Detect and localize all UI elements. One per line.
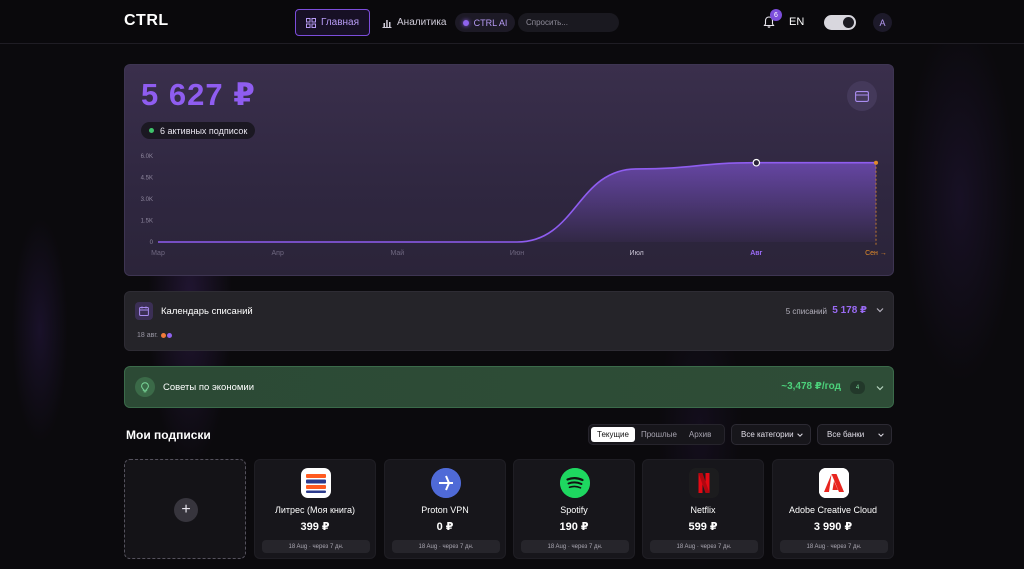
data-point bbox=[874, 160, 878, 165]
subscription-card[interactable]: Spotify 190 ₽ 18 Aug · через 7 дн. bbox=[513, 459, 635, 559]
subscriptions-tabs: Текущие Прошлые Архив bbox=[588, 424, 725, 445]
lightbulb-icon-box bbox=[135, 377, 155, 397]
subscriptions-title: Мои подписки bbox=[126, 428, 211, 442]
subscription-card[interactable]: Netflix 599 ₽ 18 Aug · через 7 дн. bbox=[642, 459, 764, 559]
active-dot bbox=[149, 128, 154, 133]
tab-archive[interactable]: Архив bbox=[683, 427, 717, 442]
chart-area bbox=[158, 162, 876, 242]
grid-icon bbox=[305, 17, 316, 28]
chevron-down-icon bbox=[878, 432, 884, 437]
subscription-name: Adobe Creative Cloud bbox=[788, 505, 878, 515]
category-filter-select[interactable]: Все категории bbox=[731, 424, 811, 445]
litres-logo-icon bbox=[301, 468, 331, 498]
x-tick-label: Сен → bbox=[865, 250, 887, 257]
adobe-logo-icon bbox=[819, 468, 849, 498]
charge-dot-orange bbox=[161, 333, 166, 338]
protonvpn-logo-icon bbox=[431, 468, 461, 498]
nav-analytics-button[interactable]: Аналитика bbox=[378, 9, 451, 36]
chevron-down-icon[interactable] bbox=[875, 305, 885, 315]
active-subscriptions-chip: 6 активных подписок bbox=[141, 122, 256, 139]
toggle-knob bbox=[843, 17, 854, 28]
ctrl-ai-chip[interactable]: CTRL AI bbox=[455, 13, 515, 32]
subscription-next-charge: 18 Aug · через 7 дн. bbox=[262, 540, 370, 553]
tips-savings-value: ~3,478 ₽/год bbox=[781, 381, 841, 392]
ai-status-dot bbox=[462, 19, 469, 26]
active-subscriptions-label: 6 активных подписок bbox=[160, 125, 248, 136]
tips-title: Советы по экономии bbox=[163, 382, 255, 393]
subscription-next-charge: 18 Aug · через 7 дн. bbox=[780, 540, 888, 553]
add-subscription-card[interactable]: + bbox=[124, 459, 246, 559]
subscription-name: Spotify bbox=[560, 505, 588, 515]
balance-card: 0 1.5K 3.0K 4.5K 6.0K Мар Апр Май Июн Июл Авг Сен →… bbox=[124, 64, 894, 276]
x-tick-label: Июн bbox=[510, 250, 524, 257]
y-tick-label: 0 bbox=[150, 240, 154, 246]
subscription-price: 3 990 ₽ bbox=[813, 521, 853, 533]
x-tick-label: Апр bbox=[271, 250, 283, 257]
billing-calendar-card[interactable]: Календарь списаний 5 списаний 5 178 ₽ 18… bbox=[124, 291, 894, 351]
x-tick-label: Май bbox=[390, 249, 404, 257]
subscription-price: 0 ₽ bbox=[436, 521, 454, 533]
card-button[interactable] bbox=[847, 81, 877, 111]
balance-amount: 5 627 ₽ bbox=[141, 77, 256, 112]
y-tick-label: 4.5K bbox=[141, 176, 153, 182]
tab-past[interactable]: Прошлые bbox=[635, 427, 683, 442]
calendar-icon bbox=[139, 306, 149, 316]
subscription-next-charge: 18 Aug · через 7 дн. bbox=[521, 540, 629, 553]
bank-filter-select[interactable]: Все банки bbox=[817, 424, 892, 445]
subscription-name: Proton VPN bbox=[421, 505, 469, 515]
nav-home-label: Главная bbox=[320, 17, 360, 28]
charge-dot-purple bbox=[167, 333, 172, 338]
subscription-next-charge: 18 Aug · через 7 дн. bbox=[650, 540, 758, 553]
y-tick-label: 3.0K bbox=[141, 197, 153, 203]
data-point-highlight bbox=[752, 158, 761, 167]
bank-filter-value: Все банки bbox=[827, 430, 865, 439]
category-filter-value: Все категории bbox=[741, 430, 794, 439]
x-tick-label: Мар bbox=[151, 250, 165, 257]
theme-toggle[interactable] bbox=[824, 15, 856, 30]
spotify-logo-icon bbox=[560, 468, 590, 498]
calendar-icon-box bbox=[135, 302, 153, 320]
tips-count-badge: 4 bbox=[850, 381, 865, 394]
calendar-title: Календарь списаний bbox=[161, 306, 253, 317]
ai-ask-input[interactable] bbox=[518, 13, 619, 32]
subscription-name: Netflix bbox=[690, 505, 716, 515]
subscription-price: 599 ₽ bbox=[688, 521, 718, 533]
subscription-price: 190 ₽ bbox=[559, 521, 589, 533]
savings-tips-card[interactable]: Советы по экономии ~3,478 ₽/год 4 bbox=[124, 366, 894, 408]
y-tick-label: 6.0K bbox=[141, 154, 153, 160]
netflix-logo-icon bbox=[689, 468, 719, 498]
y-tick-label: 1.5K bbox=[141, 219, 153, 225]
notification-badge: 6 bbox=[770, 9, 782, 21]
calendar-total: 5 178 ₽ bbox=[832, 305, 867, 316]
calendar-date: 18 авг. bbox=[137, 332, 158, 339]
nav-analytics-label: Аналитика bbox=[397, 17, 447, 28]
nav-home-button[interactable]: Главная bbox=[295, 9, 370, 36]
ai-label: CTRL AI bbox=[473, 17, 508, 28]
app-logo[interactable]: CTRL bbox=[124, 12, 169, 30]
x-tick-label: Июл bbox=[630, 250, 644, 257]
subscription-card[interactable]: Литрес (Моя книга) 399 ₽ 18 Aug · через … bbox=[254, 459, 376, 559]
x-tick-label: Авг bbox=[750, 250, 762, 257]
user-avatar[interactable]: A bbox=[873, 13, 892, 32]
tab-current[interactable]: Текущие bbox=[591, 427, 635, 442]
chevron-down-icon[interactable] bbox=[875, 383, 885, 393]
subscription-next-charge: 18 Aug · через 7 дн. bbox=[392, 540, 500, 553]
language-switch[interactable]: EN bbox=[789, 16, 804, 28]
subscription-name: Литрес (Моя книга) bbox=[274, 505, 356, 515]
plus-icon[interactable]: + bbox=[174, 498, 198, 522]
calendar-charges-count: 5 списаний bbox=[785, 307, 827, 316]
subscription-card[interactable]: Adobe Creative Cloud 3 990 ₽ 18 Aug · че… bbox=[772, 459, 894, 559]
chevron-down-icon bbox=[797, 432, 803, 437]
top-header: CTRL Главная Аналитика CTRL AI 6 EN A bbox=[0, 0, 1024, 44]
lightbulb-icon bbox=[141, 381, 149, 392]
subscription-price: 399 ₽ bbox=[300, 521, 330, 533]
subscription-card[interactable]: Proton VPN 0 ₽ 18 Aug · через 7 дн. bbox=[384, 459, 506, 559]
credit-card-icon bbox=[855, 90, 869, 102]
bar-chart-icon bbox=[382, 19, 392, 28]
